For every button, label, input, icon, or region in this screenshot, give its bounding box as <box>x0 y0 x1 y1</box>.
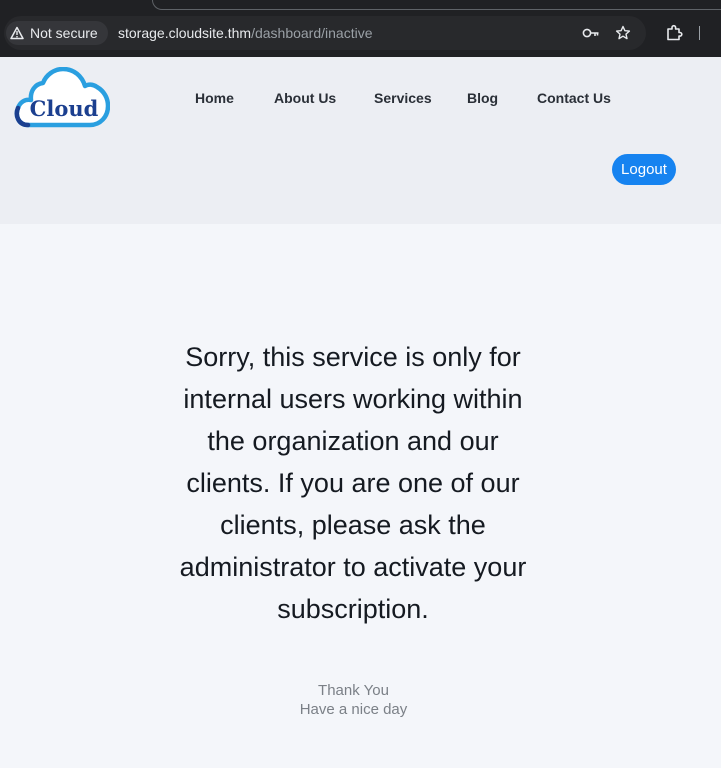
browser-toolbar: Not secure storage.cloudsite.thm/dashboa… <box>0 0 721 57</box>
nav-services[interactable]: Services <box>374 90 432 106</box>
key-icon[interactable] <box>582 24 600 42</box>
main-nav: Home About Us Services Blog Contact Us <box>0 90 721 110</box>
url-text[interactable]: storage.cloudsite.thm/dashboard/inactive <box>118 25 373 41</box>
nice-day-text: Have a nice day <box>299 701 408 718</box>
logout-button[interactable]: Logout <box>612 154 676 185</box>
thank-you-text: Thank You <box>318 682 389 699</box>
star-icon[interactable] <box>614 24 632 42</box>
nav-blog[interactable]: Blog <box>467 90 498 106</box>
inactive-message: Sorry, this service is only for internal… <box>179 342 527 624</box>
nav-about-us[interactable]: About Us <box>274 90 336 106</box>
sign-off: Thank You Have a nice day <box>250 681 457 719</box>
site-header: Cloud Home About Us Services Blog Contac… <box>0 57 721 224</box>
extensions-icon[interactable] <box>664 23 684 43</box>
warning-icon <box>10 26 24 40</box>
security-label: Not secure <box>30 25 98 41</box>
tab-strip <box>152 0 721 10</box>
toolbar-divider <box>699 26 700 40</box>
main-content: Sorry, this service is only for internal… <box>0 224 721 768</box>
url-host: storage.cloudsite.thm <box>118 25 252 41</box>
url-path: /dashboard/inactive <box>251 25 373 41</box>
security-indicator[interactable]: Not secure <box>6 21 108 45</box>
nav-home[interactable]: Home <box>195 90 234 106</box>
nav-contact-us[interactable]: Contact Us <box>537 90 611 106</box>
